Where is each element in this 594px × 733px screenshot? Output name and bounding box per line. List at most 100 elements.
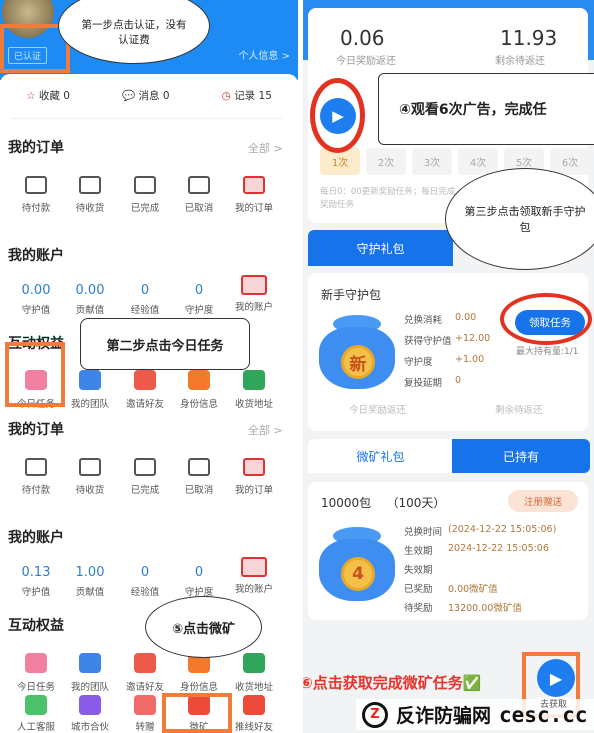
account-item[interactable]: 0 经验值 — [118, 565, 172, 598]
rights-item[interactable]: 邀请好友 — [118, 370, 172, 410]
order-icon — [134, 176, 156, 194]
order-item[interactable]: 已完成 — [118, 176, 172, 214]
rights-item[interactable]: 我的团队 — [63, 370, 117, 410]
section-title: 我的订单 — [8, 140, 64, 156]
rights-icon — [134, 370, 156, 390]
wallet-icon — [241, 557, 267, 577]
tab-mining-gift[interactable]: 微矿礼包 — [308, 439, 453, 473]
account-item[interactable]: 我的账户 — [227, 275, 281, 313]
rights-icon — [134, 695, 156, 715]
kv-key: 兑换消耗 — [404, 315, 443, 326]
annotation-step3: 第三步点击领取新手守护包 — [445, 168, 594, 270]
account-label: 我的账户 — [234, 584, 273, 595]
rights-item[interactable]: 收货地址 — [227, 370, 281, 410]
account-item[interactable]: 0.13 守护值 — [9, 565, 63, 598]
guard-gift-button[interactable]: 守护礼包 — [308, 230, 453, 266]
rights-item[interactable]: 身份信息 — [172, 370, 226, 410]
rights-label: 收货地址 — [234, 682, 273, 693]
kv-value: 13200.00微矿值 — [448, 603, 522, 614]
chat-icon: 💬 — [122, 90, 136, 102]
order-icon — [188, 458, 210, 476]
kv-key: 失效期 — [404, 565, 433, 576]
order-item[interactable]: 已取消 — [172, 176, 226, 214]
all-orders-link[interactable]: 全部 > — [248, 422, 283, 438]
highlight-box — [162, 693, 232, 733]
today-reward-label: 今日奖励返还 — [336, 56, 396, 67]
newbie-bag-image: 新 — [315, 313, 399, 393]
account-value: 0 — [140, 283, 150, 298]
account-item[interactable]: 我的账户 — [227, 557, 281, 595]
today-reward-value: 0.06 — [340, 26, 385, 50]
order-icon — [134, 458, 156, 476]
rights-item[interactable]: 人工客服 — [9, 695, 63, 733]
order-icon — [25, 458, 47, 476]
order-item[interactable]: 已取消 — [172, 458, 226, 496]
rights-item[interactable]: 收货地址 — [227, 653, 281, 693]
remaining-label: 剩余待返还 — [495, 56, 545, 67]
account-item[interactable]: 1.00 贡献值 — [63, 565, 117, 598]
order-icon — [79, 176, 101, 194]
kv-value: 2024-12-22 15:05:06 — [448, 543, 549, 554]
order-item[interactable]: 待收货 — [63, 458, 117, 496]
rights-item[interactable]: 身份信息 — [172, 653, 226, 693]
account-value: 1.00 — [75, 565, 105, 580]
kv-value: (2024-12-22 15:05:06) — [448, 524, 557, 535]
annotation-step5: ⑤点击微矿 — [145, 596, 262, 658]
order-icon — [25, 176, 47, 194]
count-box: 6次 — [550, 148, 590, 175]
rights-item[interactable]: 我的团队 — [63, 653, 117, 693]
get-label: 去获取 — [538, 697, 570, 710]
kv-value: 0 — [455, 375, 462, 386]
account-item[interactable]: 0 守护度 — [172, 565, 226, 598]
favorites-stat[interactable]: ☆ 收藏 0 — [26, 88, 70, 103]
order-item[interactable]: 待付款 — [9, 458, 63, 496]
order-item[interactable]: 待收货 — [63, 176, 117, 214]
kv-value: +12.00 — [455, 333, 491, 344]
account-item[interactable]: 0 经验值 — [118, 283, 172, 316]
account-label: 贡献值 — [75, 305, 105, 316]
account-label: 守护值 — [21, 305, 51, 316]
order-label: 已取消 — [184, 485, 214, 496]
kv-value: 0.00微矿值 — [448, 584, 498, 595]
kv-key: 获得守护值 — [404, 336, 452, 347]
annotation-step4: ④观看6次广告，完成任 — [378, 73, 594, 145]
annotation-step6: ⑥点击获取完成微矿任务✅ — [303, 674, 482, 692]
rights-icon — [243, 695, 265, 715]
order-item[interactable]: 我的订单 — [227, 176, 281, 214]
kv-key: 兑换时间 — [404, 527, 443, 538]
order-label: 待收货 — [75, 203, 105, 214]
pack-bag-image: 4 — [315, 525, 399, 605]
records-stat[interactable]: ◷ 记录 15 — [222, 88, 272, 103]
kv-value: +1.00 — [455, 354, 485, 365]
rights-icon — [25, 653, 47, 673]
section-title: 互动权益 — [8, 618, 64, 634]
note: 每日0：00更新奖励任务；每日完成… 奖励任务 — [320, 187, 464, 210]
faded-label: 今日奖励返还 — [349, 405, 407, 416]
rights-item[interactable]: 今日任务 — [9, 653, 63, 693]
rights-item[interactable]: 城市合伙 — [63, 695, 117, 733]
rights-label: 邀请好友 — [125, 682, 164, 693]
rights-item[interactable]: 邀请好友 — [118, 653, 172, 693]
account-item[interactable]: 0.00 贡献值 — [63, 283, 117, 316]
max-hold: 最大持有量:1/1 — [516, 347, 579, 357]
section-title: 我的账户 — [8, 248, 64, 264]
account-item[interactable]: 0 守护度 — [172, 283, 226, 316]
account-item[interactable]: 0.00 守护值 — [9, 283, 63, 316]
tab-owned[interactable]: 已持有 — [452, 439, 590, 473]
rights-icon — [243, 370, 265, 390]
order-icon — [188, 176, 210, 194]
wallet-icon — [241, 275, 267, 295]
order-item[interactable]: 已完成 — [118, 458, 172, 496]
watermark-site: 反诈防骗网 — [396, 705, 492, 727]
watermark-logo: Z — [362, 701, 388, 728]
order-label: 我的订单 — [234, 203, 273, 214]
all-orders-link[interactable]: 全部 > — [248, 140, 283, 156]
messages-stat[interactable]: 💬 消息 0 — [122, 88, 169, 103]
kv-key: 守护度 — [404, 357, 433, 368]
order-item[interactable]: 待付款 — [9, 176, 63, 214]
order-icon — [79, 458, 101, 476]
rights-item[interactable]: 推线好友 — [227, 695, 281, 733]
register-gift-tag: 注册赠送 — [508, 490, 578, 512]
profile-link[interactable]: 个人信息 > — [238, 47, 290, 62]
order-item[interactable]: 我的订单 — [227, 458, 281, 496]
